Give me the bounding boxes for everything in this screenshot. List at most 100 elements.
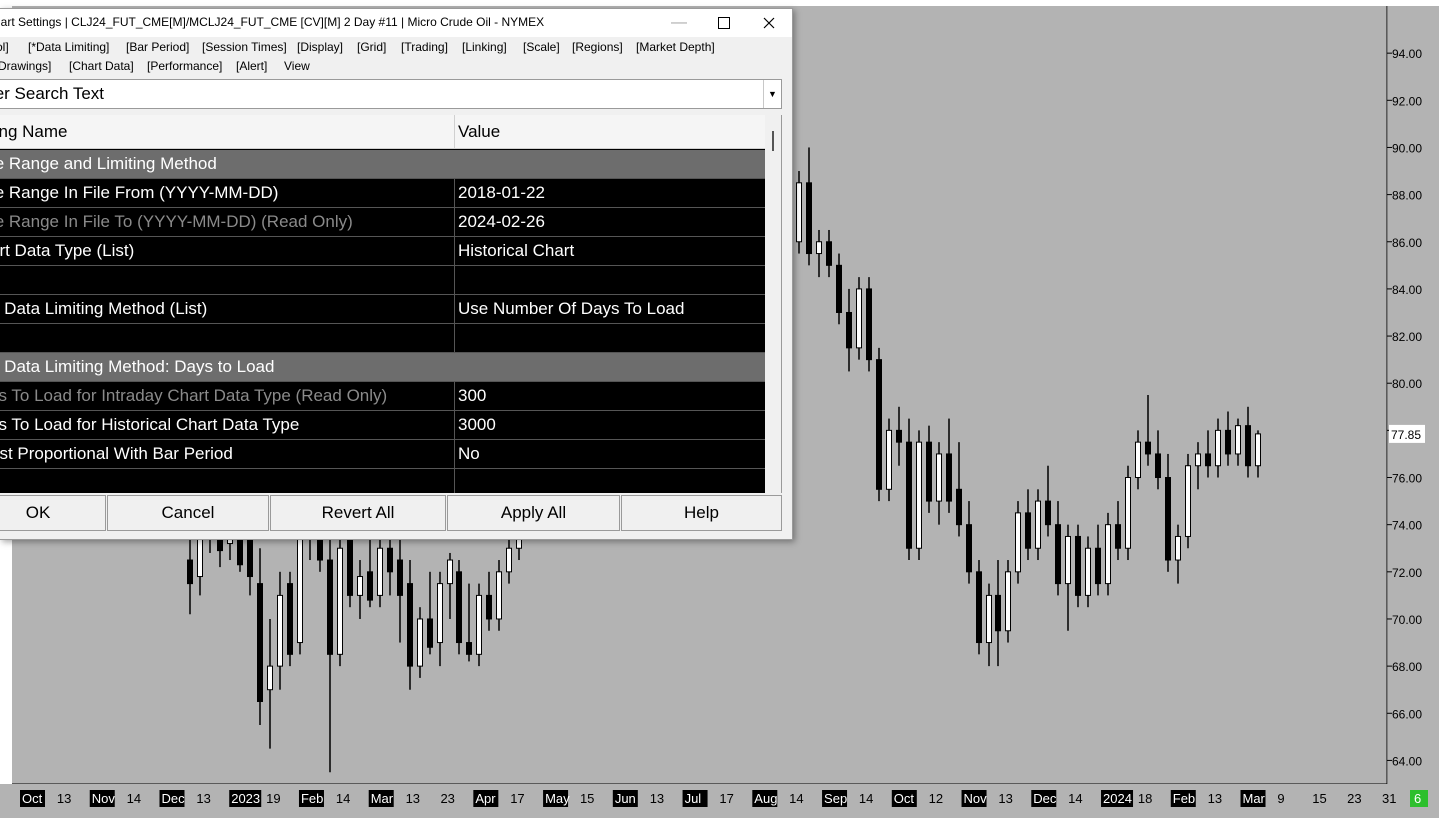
candle-down	[327, 559, 333, 655]
settings-row[interactable]: ys To Load for Intraday Chart Data Type …	[0, 382, 765, 411]
settings-row[interactable]: ust Proportional With Bar Period No	[0, 440, 765, 469]
price-tick-label: 80.00	[1392, 377, 1422, 391]
tab-data-limiting[interactable]: [*Data Limiting]	[28, 40, 109, 54]
time-day-label: 18	[1138, 791, 1152, 806]
setting-name: art Data Type (List)	[0, 237, 455, 265]
settings-row[interactable]: te Range In File To (YYYY-MM-DD) (Read O…	[0, 208, 765, 237]
close-icon[interactable]	[746, 9, 792, 37]
ok-button[interactable]: OK	[0, 495, 106, 531]
candle-down	[966, 524, 972, 573]
candle-up	[1105, 524, 1111, 585]
candle-down	[956, 488, 962, 526]
setting-value[interactable]: Use Number Of Days To Load	[458, 295, 684, 323]
tab-market-depth[interactable]: [Market Depth]	[636, 40, 715, 54]
setting-value[interactable]: 2018-01-22	[458, 179, 545, 207]
candle-up	[1185, 465, 1191, 537]
settings-row[interactable]: art Data Type (List) Historical Chart	[0, 237, 765, 266]
candle-down	[466, 642, 472, 655]
tab-grid[interactable]: [Grid]	[357, 40, 386, 54]
setting-name: te Range and Limiting Method	[0, 154, 217, 173]
time-day-label: 15	[1312, 791, 1326, 806]
candle-down	[1165, 477, 1171, 561]
last-price-label: 77.85	[1391, 428, 1421, 442]
candle-up	[816, 241, 822, 255]
settings-row[interactable]	[0, 469, 765, 493]
chevron-down-icon[interactable]: ▼	[763, 80, 781, 108]
candle-down	[387, 547, 393, 573]
candle-up	[1215, 429, 1221, 467]
price-tick-label: 76.00	[1392, 472, 1422, 486]
tab-view[interactable]: View	[284, 59, 310, 73]
column-header-value[interactable]: Value	[458, 115, 500, 149]
tab-alert[interactable]: [Alert]	[236, 59, 267, 73]
candle-down	[976, 571, 982, 644]
time-day-label: 17	[719, 791, 733, 806]
candle-up	[1005, 571, 1011, 632]
candle-up	[496, 571, 502, 620]
candle-up	[377, 547, 383, 596]
settings-row[interactable]	[0, 324, 765, 353]
settings-section-row[interactable]: te Range and Limiting Method	[0, 150, 765, 179]
settings-row[interactable]: te Range In File From (YYYY-MM-DD) 2018-0…	[0, 179, 765, 208]
settings-grid[interactable]: ting Name Value te Range and Limiting Me…	[0, 115, 782, 493]
candle-down	[347, 535, 353, 596]
setting-value[interactable]: 2024-02-26	[458, 208, 545, 236]
cancel-button[interactable]: Cancel	[107, 495, 269, 531]
candle-up	[357, 576, 363, 596]
candle-up	[1035, 500, 1041, 549]
candle-up	[886, 429, 892, 490]
chart-settings-dialog[interactable]: hart Settings | CLJ24_FUT_CME[M]/MCLJ24_…	[0, 8, 793, 540]
time-month-label: May	[545, 791, 570, 806]
dialog-title: hart Settings | CLJ24_FUT_CME[M]/MCLJ24_…	[0, 15, 545, 29]
tab-trading[interactable]: [Trading]	[401, 40, 448, 54]
setting-name	[0, 469, 455, 493]
tab-performance[interactable]: [Performance]	[147, 59, 222, 73]
tab-display[interactable]: [Display]	[297, 40, 343, 54]
settings-section-row[interactable]: d Data Limiting Method: Days to Load	[0, 353, 765, 382]
tab-session-times[interactable]: [Session Times]	[202, 40, 287, 54]
dialog-titlebar[interactable]: hart Settings | CLJ24_FUT_CME[M]/MCLJ24_…	[0, 9, 792, 37]
time-day-label: 12	[929, 791, 943, 806]
tab-drawings[interactable]: Drawings]	[0, 59, 51, 73]
setting-value[interactable]: 300	[458, 382, 486, 410]
tab-regions[interactable]: [Regions]	[572, 40, 623, 54]
revert-all-button[interactable]: Revert All	[270, 495, 446, 531]
time-month-label: Apr	[475, 791, 496, 806]
time-day-label: 13	[57, 791, 71, 806]
price-tick-label: 90.00	[1392, 141, 1422, 155]
candle-down	[946, 453, 952, 502]
price-tick-label: 84.00	[1392, 283, 1422, 297]
candle-up	[476, 594, 482, 655]
time-month-label: Mar	[371, 791, 394, 806]
candle-down	[836, 264, 842, 313]
vertical-scrollbar[interactable]	[765, 115, 781, 493]
candle-up	[916, 441, 922, 549]
setting-value[interactable]: Historical Chart	[458, 237, 574, 265]
settings-row[interactable]	[0, 266, 765, 295]
candle-down	[1045, 500, 1051, 526]
help-button[interactable]: Help	[621, 495, 782, 531]
tab-tool[interactable]: ol]	[0, 40, 9, 54]
maximize-icon[interactable]	[701, 9, 747, 37]
candle-down	[876, 359, 882, 490]
tab-bar-period[interactable]: [Bar Period]	[126, 40, 189, 54]
settings-row[interactable]: ys To Load for Historical Chart Data Typ…	[0, 411, 765, 440]
setting-value[interactable]: 3000	[458, 411, 496, 439]
search-box[interactable]: ▼	[0, 79, 782, 109]
tab-chart-data[interactable]: [Chart Data]	[69, 59, 134, 73]
search-input[interactable]	[0, 80, 762, 108]
candle-down	[896, 429, 902, 443]
setting-value[interactable]: No	[458, 440, 480, 468]
settings-tabs: ol] [*Data Limiting] [Bar Period] [Sessi…	[0, 39, 792, 79]
tab-scale[interactable]: [Scale]	[523, 40, 560, 54]
apply-all-button[interactable]: Apply All	[447, 495, 620, 531]
tab-linking[interactable]: [Linking]	[462, 40, 507, 54]
candle-up	[437, 583, 443, 644]
candle-down	[1205, 453, 1211, 467]
candle-down	[1055, 524, 1061, 585]
column-header-name[interactable]: ting Name	[0, 115, 455, 149]
minimize-icon[interactable]: —	[656, 9, 702, 37]
settings-row[interactable]: d Data Limiting Method (List) Use Number …	[0, 295, 765, 324]
scrollbar-thumb[interactable]	[772, 131, 774, 151]
candle-down	[1095, 547, 1101, 585]
